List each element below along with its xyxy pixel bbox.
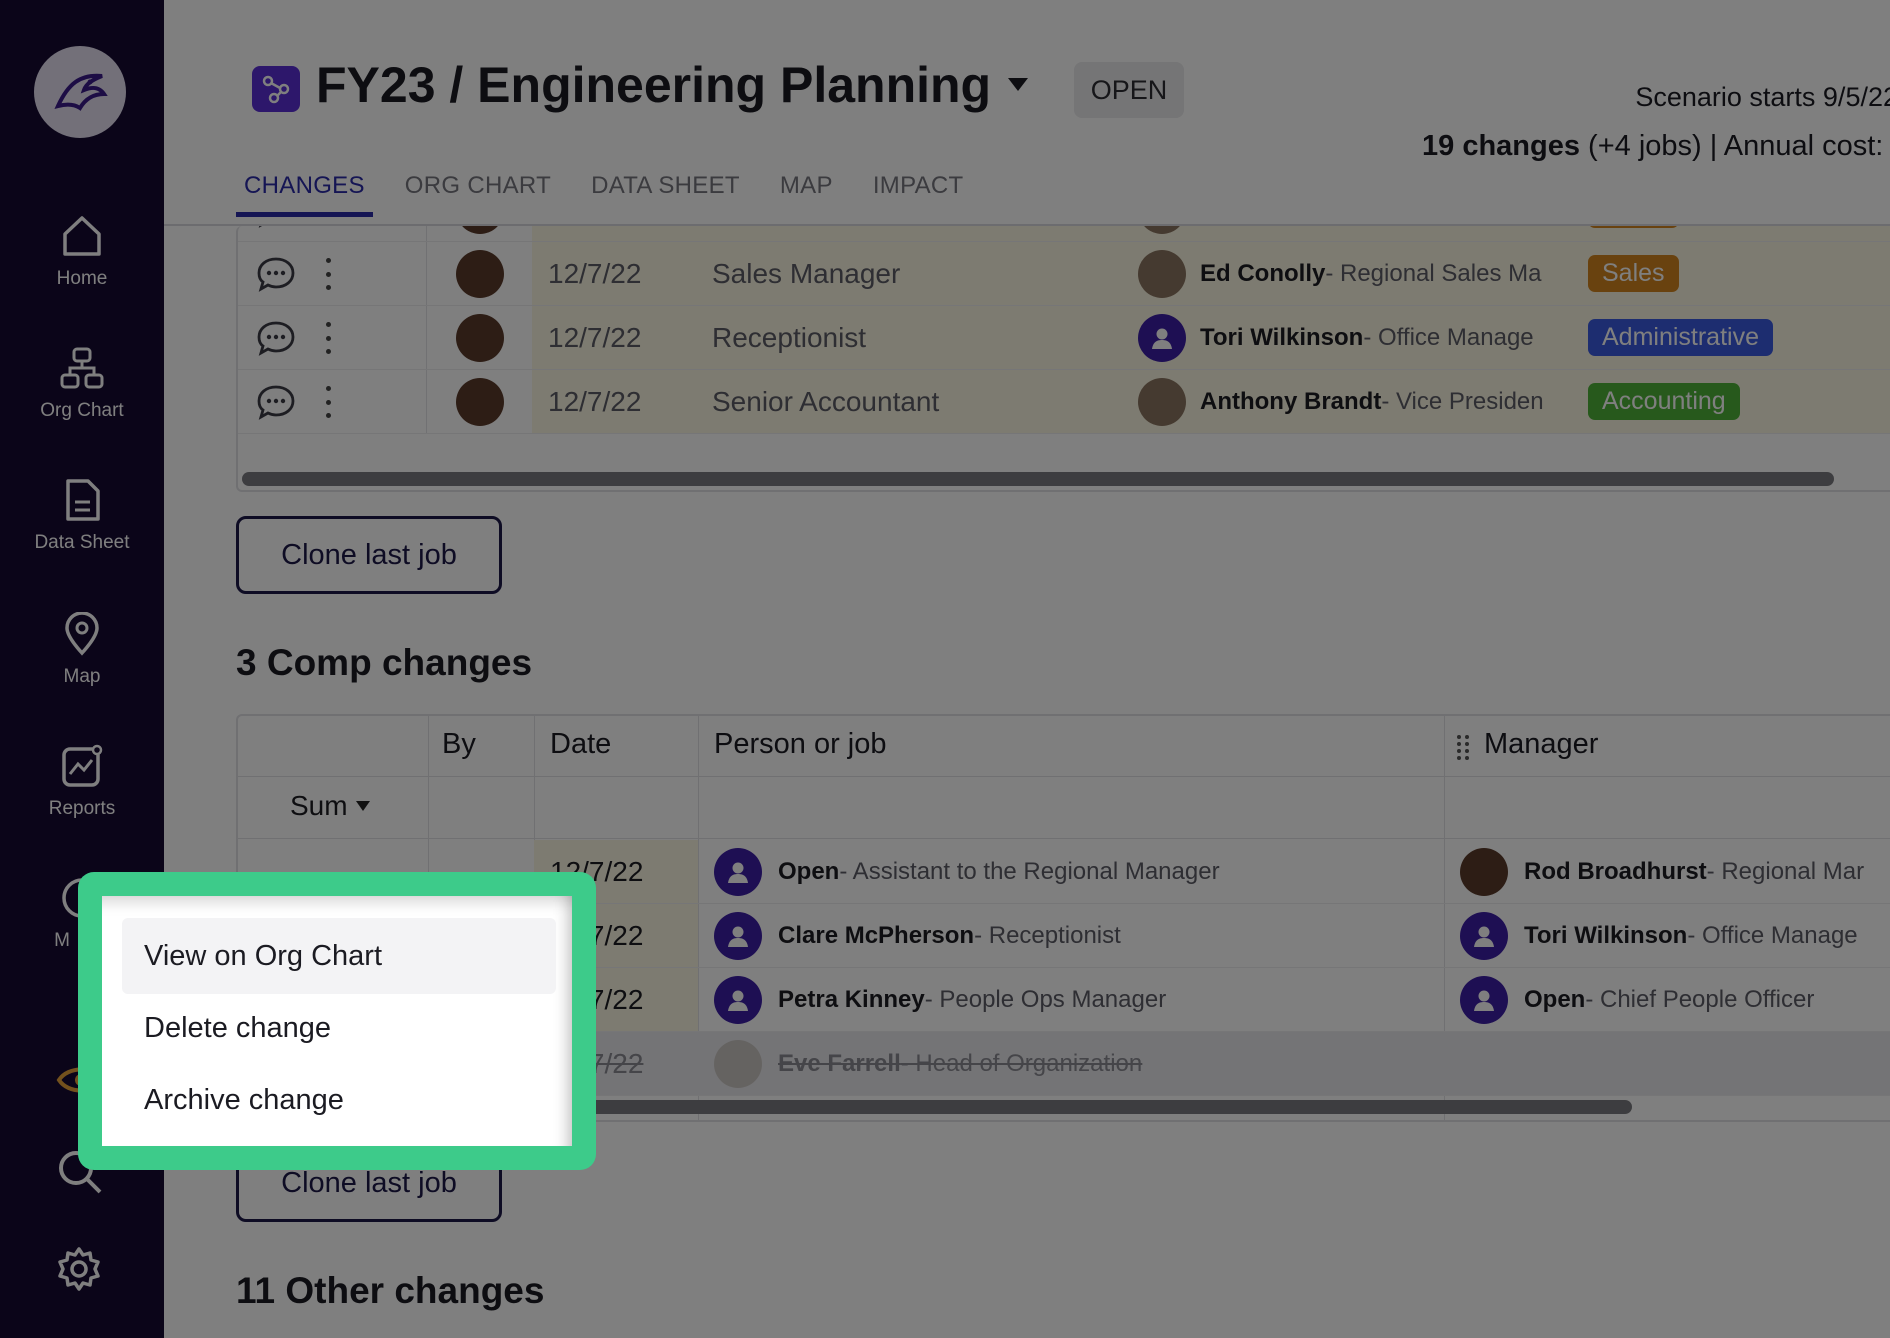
context-menu: View on Org Chart Delete change Archive …	[102, 896, 572, 1146]
menu-item-view-on-org-chart[interactable]: View on Org Chart	[122, 918, 556, 994]
menu-item-delete-change[interactable]: Delete change	[122, 990, 556, 1066]
context-menu-highlight: View on Org Chart Delete change Archive …	[78, 872, 596, 1170]
menu-item-archive-change[interactable]: Archive change	[122, 1062, 556, 1138]
